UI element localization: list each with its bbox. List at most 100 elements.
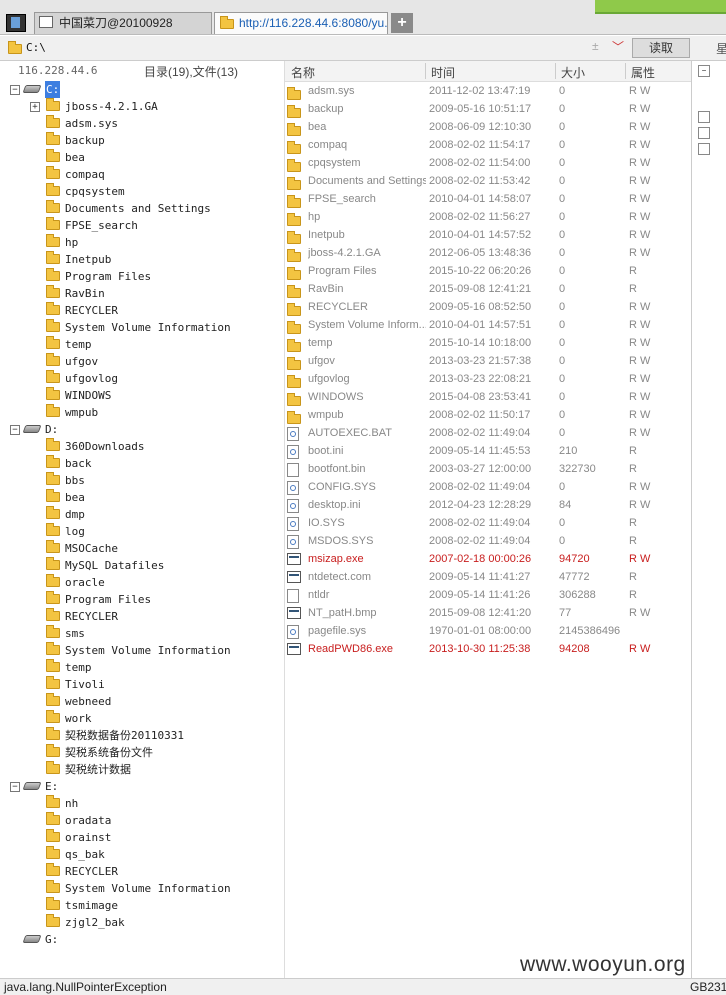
file-row[interactable]: compaq 2008-02-02 11:54:17 0 R W [285,136,691,155]
tree-folder-item[interactable]: Tivoli [0,676,284,693]
tree-folder-item[interactable]: temp [0,336,284,353]
file-row[interactable]: CONFIG.SYS 2008-02-02 11:49:04 0 R W [285,478,691,496]
tree-folder-item[interactable]: Program Files [0,591,284,608]
chevron-down-icon[interactable]: ﹀ [612,38,624,55]
tree-folder-item[interactable]: MSOCache [0,540,284,557]
tree-folder-item[interactable]: oradata [0,812,284,829]
tree-folder-item[interactable]: sms [0,625,284,642]
tree-folder-item[interactable]: RavBin [0,285,284,302]
expand-icon[interactable]: + [30,102,40,112]
tree-folder-item[interactable]: Inetpub [0,251,284,268]
file-row[interactable]: pagefile.sys 1970-01-01 08:00:00 214538649… [285,622,691,640]
tree-folder-item[interactable]: + jboss-4.2.1.GA [0,98,284,115]
tree-folder-item[interactable]: WINDOWS [0,387,284,404]
file-row[interactable]: System Volume Inform... 2010-04-01 14:57:… [285,316,691,335]
file-row[interactable]: bea 2008-06-09 12:10:30 0 R W [285,118,691,137]
tree-folder-item[interactable]: FPSE_search [0,217,284,234]
tree-folder-item[interactable]: wmpub [0,404,284,421]
tree-folder-item[interactable]: RECYCLER [0,608,284,625]
column-size[interactable]: 大小 [561,64,585,81]
file-row[interactable]: WINDOWS 2015-04-08 23:53:41 0 R W [285,388,691,407]
column-attr[interactable]: 属性 [631,64,655,81]
tree-folder-item[interactable]: 契税统计数据 [0,761,284,778]
tree-folder-item[interactable]: Documents and Settings [0,200,284,217]
tab-caidao[interactable]: 中国菜刀@20100928 [34,12,212,34]
file-row[interactable]: ntdetect.com 2009-05-14 11:41:27 47772 R [285,568,691,586]
file-row[interactable]: AUTOEXEC.BAT 2008-02-02 11:49:04 0 R W [285,424,691,442]
tree-folder-item[interactable]: tsmimage [0,897,284,914]
tree-folder-item[interactable]: oracle [0,574,284,591]
file-row[interactable]: ReadPWD86.exe 2013-10-30 11:25:38 94208 R W [285,640,691,658]
tree-folder-item[interactable]: log [0,523,284,540]
tree-folder-item[interactable]: System Volume Information [0,319,284,336]
collapse-icon[interactable]: − [10,85,20,95]
tree-folder-item[interactable]: dmp [0,506,284,523]
checkbox-icon[interactable] [698,143,710,155]
file-row[interactable]: Documents and Settings 2008-02-02 11:53:4… [285,172,691,191]
tree-folder-item[interactable]: zjgl2_bak [0,914,284,931]
checkbox-icon[interactable] [698,111,710,123]
tree-folder-item[interactable]: RECYCLER [0,863,284,880]
drive-node[interactable]: G: [0,931,284,948]
app-menu-icon[interactable] [6,14,26,32]
file-row[interactable]: adsm.sys 2011-12-02 13:47:19 0 R W [285,82,691,101]
file-row[interactable]: NT_patH.bmp 2015-09-08 12:41:20 77 R W [285,604,691,622]
tree-folder-item[interactable]: 360Downloads [0,438,284,455]
collapse-icon[interactable]: − [10,425,20,435]
file-row[interactable]: msizap.exe 2007-02-18 00:00:26 94720 R W [285,550,691,568]
tree-folder-item[interactable]: 契税数据备份20110331 [0,727,284,744]
tree-folder-item[interactable]: compaq [0,166,284,183]
file-row[interactable]: bootfont.bin 2003-03-27 12:00:00 322730 R [285,460,691,478]
file-row[interactable]: temp 2015-10-14 10:18:00 0 R W [285,334,691,353]
file-row[interactable]: FPSE_search 2010-04-01 14:58:07 0 R W [285,190,691,209]
file-row[interactable]: ntldr 2009-05-14 11:41:26 306288 R [285,586,691,604]
drive-node[interactable]: − C: [0,81,284,98]
tab-url[interactable]: http://116.228.44.6:8080/yu... [214,12,388,34]
file-row[interactable]: MSDOS.SYS 2008-02-02 11:49:04 0 R [285,532,691,550]
tree-folder-item[interactable]: hp [0,234,284,251]
collapse-icon[interactable]: − [698,65,710,77]
tree-folder-item[interactable]: System Volume Information [0,642,284,659]
column-divider[interactable] [625,63,626,79]
file-row[interactable]: RECYCLER 2009-05-16 08:52:50 0 R W [285,298,691,317]
drive-node[interactable]: − D: [0,421,284,438]
file-row[interactable]: backup 2009-05-16 10:51:17 0 R W [285,100,691,119]
column-divider[interactable] [555,63,556,79]
tree-folder-item[interactable]: bea [0,489,284,506]
file-row[interactable]: ufgovlog 2013-03-23 22:08:21 0 R W [285,370,691,389]
tree-folder-item[interactable]: cpqsystem [0,183,284,200]
file-row[interactable]: boot.ini 2009-05-14 11:45:53 210 R [285,442,691,460]
tree-folder-item[interactable]: work [0,710,284,727]
file-row[interactable]: ufgov 2013-03-23 21:57:38 0 R W [285,352,691,371]
path-input[interactable]: C:\ [26,40,626,56]
tree-folder-item[interactable]: orainst [0,829,284,846]
column-time[interactable]: 时间 [431,64,455,81]
encoding-label[interactable]: GB231 [690,979,726,995]
file-row[interactable]: cpqsystem 2008-02-02 11:54:00 0 R W [285,154,691,173]
tree-folder-item[interactable]: back [0,455,284,472]
tree-folder-item[interactable]: ufgovlog [0,370,284,387]
tree-folder-item[interactable]: ufgov [0,353,284,370]
column-name[interactable]: 名称 [291,64,315,81]
tree-folder-item[interactable]: webneed [0,693,284,710]
tree-folder-item[interactable]: qs_bak [0,846,284,863]
file-row[interactable]: IO.SYS 2008-02-02 11:49:04 0 R [285,514,691,532]
path-history-icon[interactable]: ± [592,39,599,53]
file-row[interactable]: hp 2008-02-02 11:56:27 0 R W [285,208,691,227]
column-divider[interactable] [425,63,426,79]
tree-folder-item[interactable]: RECYCLER [0,302,284,319]
drive-node[interactable]: − E: [0,778,284,795]
tree-folder-item[interactable]: System Volume Information [0,880,284,897]
tree-folder-item[interactable]: bbs [0,472,284,489]
new-tab-button[interactable]: + [391,13,413,33]
file-row[interactable]: RavBin 2015-09-08 12:41:21 0 R [285,280,691,299]
tree-folder-item[interactable]: 契税系统备份文件 [0,744,284,761]
tree-folder-item[interactable]: MySQL Datafiles [0,557,284,574]
file-row[interactable]: Program Files 2015-10-22 06:20:26 0 R [285,262,691,281]
file-row[interactable]: wmpub 2008-02-02 11:50:17 0 R W [285,406,691,425]
hand-icon[interactable] [698,127,710,139]
file-row[interactable]: jboss-4.2.1.GA 2012-06-05 13:48:36 0 R W [285,244,691,263]
tree-folder-item[interactable]: backup [0,132,284,149]
tree-folder-item[interactable]: adsm.sys [0,115,284,132]
read-button[interactable]: 读取 [632,38,690,58]
